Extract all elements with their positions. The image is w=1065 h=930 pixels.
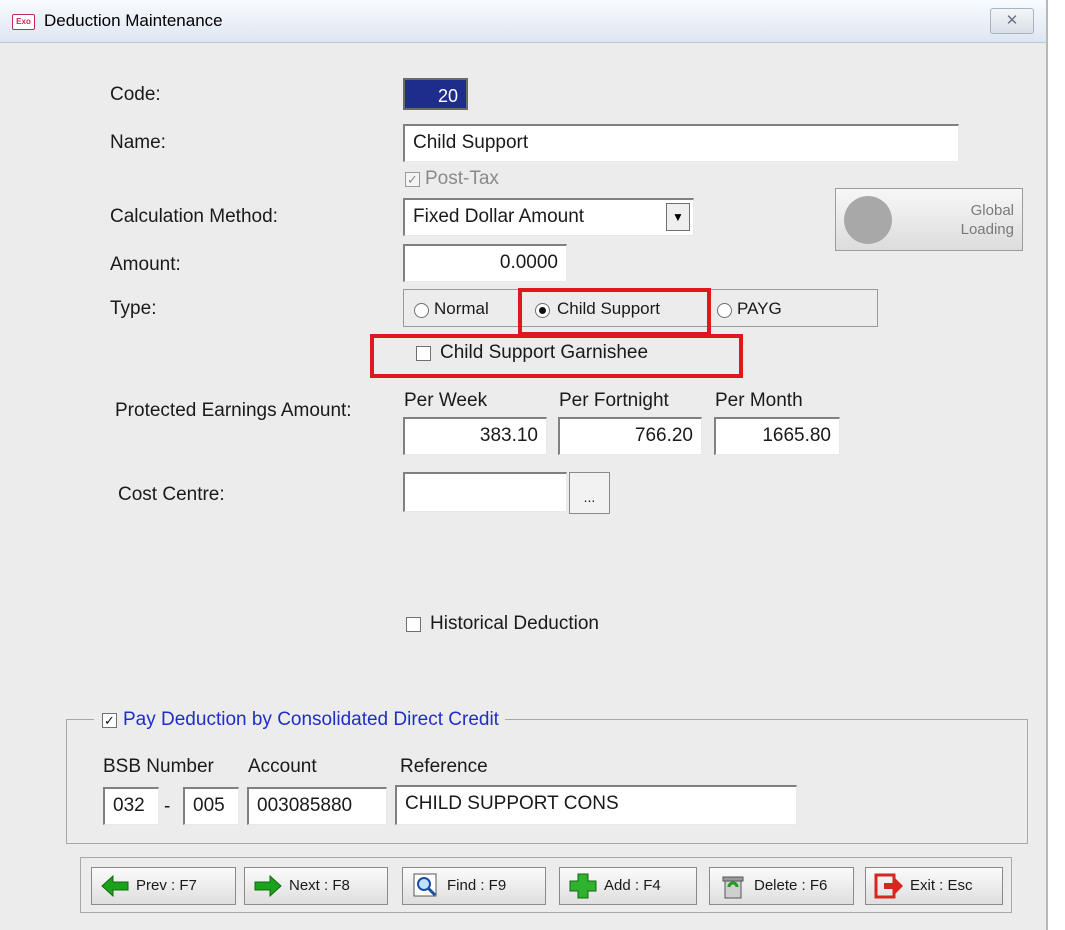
- code-field[interactable]: 20: [403, 78, 468, 110]
- code-label: Code:: [110, 84, 161, 105]
- direct-credit-label[interactable]: Pay Deduction by Consolidated Direct Cre…: [123, 709, 499, 730]
- type-normal-label[interactable]: Normal: [434, 299, 489, 319]
- delete-button-label: Delete : F6: [754, 877, 828, 894]
- close-icon: ✕: [1005, 12, 1019, 29]
- magnifier-icon: [413, 873, 437, 897]
- arrow-left-icon: [101, 874, 129, 898]
- plus-icon: [569, 873, 597, 899]
- bsb-number-label: BSB Number: [103, 756, 214, 777]
- per-fortnight-label: Per Fortnight: [559, 390, 669, 411]
- type-payg-radio[interactable]: [717, 303, 732, 318]
- cost-centre-field[interactable]: [403, 472, 567, 512]
- global-loading-label-line1: Global: [970, 202, 1014, 219]
- add-button-label: Add : F4: [604, 877, 661, 894]
- global-loading-icon: [844, 196, 892, 244]
- app-icon: Exo: [12, 14, 35, 30]
- per-month-label: Per Month: [715, 390, 803, 411]
- calculation-method-select[interactable]: Fixed Dollar Amount: [403, 198, 694, 236]
- trash-icon: [722, 876, 744, 899]
- highlight-box-child-support: [518, 288, 711, 336]
- title-bar: Exo Deduction Maintenance ✕: [0, 0, 1046, 43]
- calculation-method-dropdown-button[interactable]: ▼: [666, 203, 690, 231]
- prev-button[interactable]: Prev : F7: [91, 867, 236, 905]
- per-fortnight-field[interactable]: 766.20: [558, 417, 702, 455]
- next-button[interactable]: Next : F8: [244, 867, 388, 905]
- historical-deduction-checkbox[interactable]: [406, 617, 421, 632]
- amount-label: Amount:: [110, 254, 181, 275]
- add-button[interactable]: Add : F4: [559, 867, 697, 905]
- post-tax-label: Post-Tax: [425, 168, 499, 189]
- chevron-down-icon: ▼: [672, 210, 684, 224]
- type-normal-radio[interactable]: [414, 303, 429, 318]
- per-week-label: Per Week: [404, 390, 488, 411]
- account-label: Account: [248, 756, 317, 777]
- type-payg-label[interactable]: PAYG: [737, 299, 782, 319]
- name-label: Name:: [110, 132, 166, 153]
- delete-button[interactable]: Delete : F6: [709, 867, 854, 905]
- find-button-label: Find : F9: [447, 877, 507, 894]
- reference-label: Reference: [400, 756, 488, 777]
- close-button[interactable]: ✕: [990, 8, 1034, 34]
- post-tax-checkbox: ✓: [405, 172, 420, 187]
- find-button[interactable]: Find : F9: [402, 867, 546, 905]
- window-title: Deduction Maintenance: [44, 11, 223, 30]
- exit-icon: [874, 873, 903, 899]
- type-label: Type:: [110, 298, 157, 319]
- global-loading-label-line2: Loading: [960, 221, 1014, 238]
- deduction-maintenance-window: Exo Deduction Maintenance ✕ Code: 20 Nam…: [0, 0, 1048, 930]
- reference-field[interactable]: CHILD SUPPORT CONS: [395, 785, 797, 825]
- bsb-separator: -: [164, 796, 171, 817]
- direct-credit-checkbox[interactable]: ✓: [102, 712, 117, 728]
- amount-field[interactable]: 0.0000: [403, 244, 567, 282]
- exit-button[interactable]: Exit : Esc: [865, 867, 1003, 905]
- per-week-field[interactable]: 383.10: [403, 417, 547, 455]
- historical-deduction-label[interactable]: Historical Deduction: [430, 613, 599, 635]
- next-button-label: Next : F8: [289, 877, 350, 894]
- global-loading-label: Global Loading: [906, 201, 1014, 239]
- bsb-part2-field[interactable]: 005: [183, 787, 239, 825]
- cost-centre-browse-button[interactable]: ...: [569, 472, 610, 514]
- global-loading-button[interactable]: Global Loading: [835, 188, 1023, 251]
- exit-button-label: Exit : Esc: [910, 877, 973, 894]
- prev-button-label: Prev : F7: [136, 877, 197, 894]
- highlight-box-garnishee: [370, 334, 743, 378]
- name-field[interactable]: Child Support: [403, 124, 959, 162]
- arrow-right-icon: [254, 874, 282, 898]
- direct-credit-group: [66, 719, 1028, 844]
- per-month-field[interactable]: 1665.80: [714, 417, 840, 455]
- protected-earnings-label: Protected Earnings Amount:: [115, 400, 352, 421]
- calculation-method-label: Calculation Method:: [110, 206, 278, 227]
- calculation-method-value: Fixed Dollar Amount: [413, 206, 585, 227]
- direct-credit-legend: ✓ Pay Deduction by Consolidated Direct Cr…: [94, 708, 505, 732]
- cost-centre-label: Cost Centre:: [118, 484, 225, 505]
- account-field[interactable]: 003085880: [247, 787, 387, 825]
- bsb-part1-field[interactable]: 032: [103, 787, 159, 825]
